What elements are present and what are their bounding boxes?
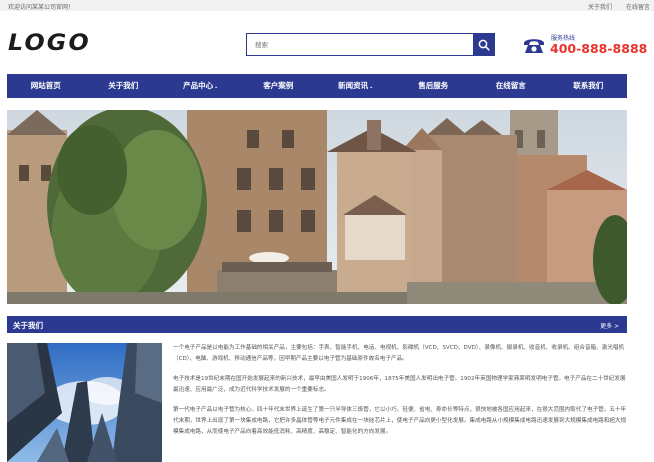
search-box	[246, 33, 495, 56]
search-input[interactable]	[246, 33, 473, 56]
nav-item-service[interactable]: 售后服务	[395, 74, 473, 98]
search-icon	[478, 39, 490, 51]
top-link-about[interactable]: 关于我们	[588, 2, 612, 11]
about-section-header: 关于我们 更多 >	[7, 316, 627, 333]
hotline-number: 400-888-8888	[550, 41, 648, 56]
chevron-down-icon: ⌄	[369, 84, 374, 90]
about-text: 一个电子产品是以电能为工作基础的相关产品，主要包括：手表、智能手机、电话、电视机…	[173, 343, 627, 447]
hero-banner-image	[7, 110, 627, 304]
site-logo[interactable]: LOGO	[8, 31, 91, 57]
top-bar: 欢迎访问某某公司官网！ 关于我们 在线留言	[0, 0, 654, 11]
top-link-message[interactable]: 在线留言	[626, 2, 650, 11]
hotline: 服务热线 400-888-8888	[522, 33, 647, 57]
about-paragraph-3: 第一代电子产品以电子管为核心。四十年代末世界上诞生了第一只半导体三极管，它以小巧…	[173, 407, 627, 435]
phone-icon	[524, 39, 544, 53]
about-image	[7, 343, 162, 462]
nav-item-message[interactable]: 在线留言	[472, 74, 550, 98]
nav-item-cases[interactable]: 客户案例	[240, 74, 318, 98]
welcome-text: 欢迎访问某某公司官网！	[8, 4, 75, 11]
nav-item-about[interactable]: 关于我们	[85, 74, 163, 98]
search-button[interactable]	[473, 33, 495, 56]
nav-item-home[interactable]: 网站首页	[7, 74, 85, 98]
about-section-title: 关于我们	[13, 321, 43, 330]
top-links: 关于我们 在线留言	[574, 2, 650, 11]
nav-item-news[interactable]: 新闻资讯⌄	[317, 74, 395, 98]
nav-item-products[interactable]: 产品中心⌄	[162, 74, 240, 98]
more-link[interactable]: 更多 >	[600, 321, 619, 330]
about-paragraph-2: 电子技术是19世纪末期在国开始发展起来的新兴技术，最早由美国人发明于1906年，…	[173, 376, 626, 393]
main-nav: 网站首页 关于我们 产品中心⌄ 客户案例 新闻资讯⌄ 售后服务 在线留言 联系我…	[7, 74, 627, 98]
about-paragraph-1: 一个电子产品是以电能为工作基础的相关产品，主要包括：手表、智能手机、电话、电视机…	[173, 345, 625, 362]
chevron-down-icon: ⌄	[214, 84, 219, 90]
nav-item-contact[interactable]: 联系我们	[550, 74, 628, 98]
